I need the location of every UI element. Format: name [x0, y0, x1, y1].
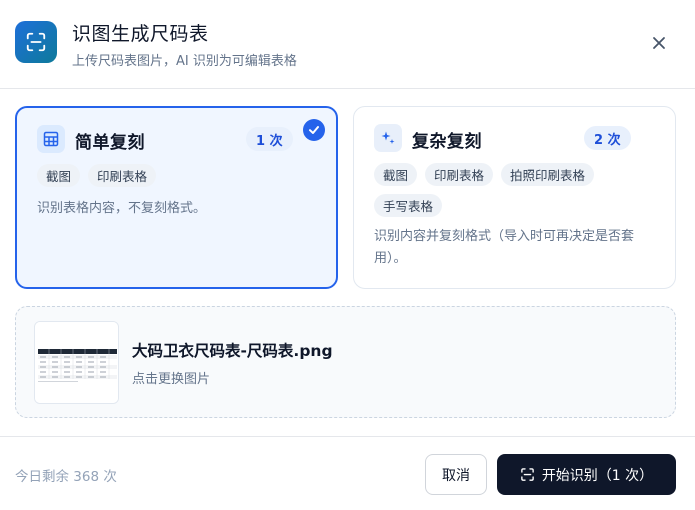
- start-recognition-button[interactable]: 开始识别（1 次）: [497, 454, 676, 495]
- image-thumbnail: [34, 321, 119, 404]
- tag: 拍照印刷表格: [501, 163, 595, 186]
- change-image-hint[interactable]: 点击更换图片: [132, 368, 210, 387]
- remaining-count: 今日剩余 368 次: [15, 469, 117, 485]
- close-button[interactable]: [646, 30, 672, 56]
- count-badge: 1 次: [246, 127, 293, 151]
- dialog-title: 识图生成尺码表: [72, 23, 209, 45]
- start-button-label: 开始识别（1 次）: [541, 467, 654, 484]
- tag: 截图: [374, 163, 418, 186]
- tag-list: 截图 印刷表格 拍照印刷表格 手写表格: [374, 163, 655, 217]
- tag: 截图: [37, 164, 81, 187]
- upload-area[interactable]: 大码卫衣尺码表-尺码表.png 点击更换图片: [15, 306, 676, 418]
- option-title: 简单复刻: [75, 133, 145, 153]
- tag: 印刷表格: [425, 163, 494, 186]
- option-description: 识别表格内容，不复刻格式。: [37, 201, 207, 216]
- count-badge: 2 次: [584, 126, 631, 150]
- option-card-simple[interactable]: 简单复刻 1 次 截图 印刷表格 识别表格内容，不复刻格式。: [15, 106, 338, 289]
- footer-divider: [0, 436, 695, 437]
- close-icon: [653, 37, 665, 49]
- option-description: 识别内容并复刻格式（导入时可再决定是否套用）。: [374, 229, 635, 266]
- tag: 手写表格: [374, 194, 443, 217]
- option-card-complex[interactable]: 复杂复刻 2 次 截图 印刷表格 拍照印刷表格 手写表格 识别内容并复刻格式（导…: [353, 106, 676, 289]
- file-name: 大码卫衣尺码表-尺码表.png: [132, 342, 333, 360]
- dialog-header: 识图生成尺码表 上传尺码表图片，AI 识别为可编辑表格: [0, 0, 695, 88]
- cancel-button[interactable]: 取消: [425, 454, 487, 495]
- header-divider: [0, 88, 695, 89]
- option-title: 复杂复刻: [412, 132, 482, 152]
- tag-list: 截图 印刷表格: [37, 164, 316, 187]
- scan-icon: [521, 468, 534, 481]
- dialog-subtitle: 上传尺码表图片，AI 识别为可编辑表格: [72, 54, 297, 69]
- table-icon: [37, 125, 65, 153]
- tag: 印刷表格: [88, 164, 157, 187]
- sparkle-icon: [374, 124, 402, 152]
- scan-icon: [15, 21, 57, 63]
- check-icon: [303, 119, 325, 141]
